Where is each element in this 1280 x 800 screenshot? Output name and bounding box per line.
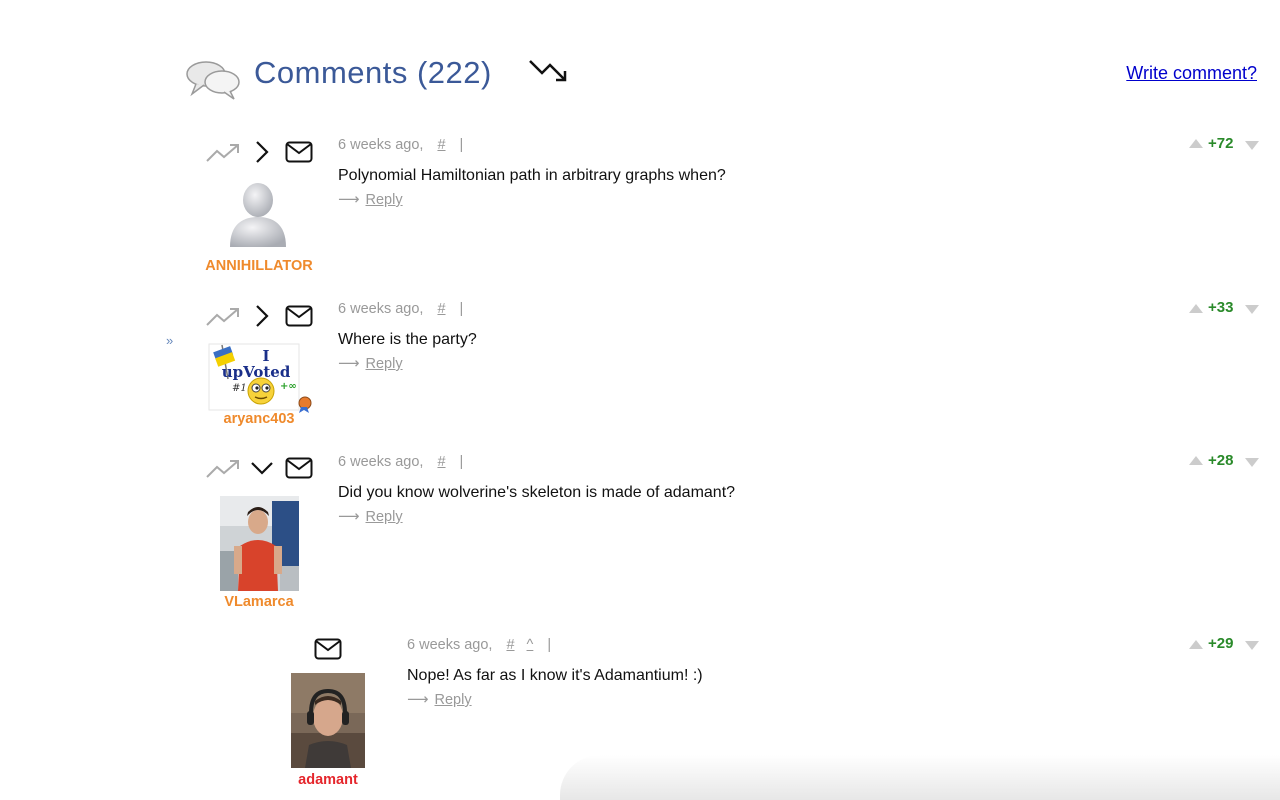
reply-link[interactable]: Reply (366, 192, 403, 208)
separator: | (459, 454, 464, 470)
comment-text: Nope! As far as I know it's Adamantium! … (407, 667, 703, 684)
separator: | (459, 137, 464, 153)
write-comment-link[interactable]: Write comment? (1126, 63, 1257, 84)
separator: | (459, 301, 464, 317)
page-title: Comments (222) (254, 55, 492, 90)
comment-text: Polynomial Hamiltonian path in arbitrary… (338, 167, 726, 184)
comment-text: Did you know wolverine's skeleton is mad… (338, 484, 736, 501)
sort-down-icon[interactable] (528, 57, 572, 87)
reply-row: ⟶ Reply (338, 190, 403, 208)
reply-arrow-icon: ⟶ (338, 355, 360, 372)
comments-icon (186, 61, 240, 100)
trend-icon[interactable] (205, 141, 241, 165)
badge-left: #1 (232, 383, 247, 394)
timestamp: 6 weeks ago, (407, 637, 493, 653)
separator: | (547, 637, 552, 653)
bottom-shadow (560, 755, 1280, 800)
reply-link[interactable]: Reply (366, 356, 403, 372)
permalink[interactable]: # (437, 301, 445, 317)
permalink[interactable]: # (437, 454, 445, 470)
vote-count: +28 (1208, 452, 1234, 469)
avatar[interactable] (226, 181, 290, 251)
comment-meta: 6 weeks ago, # | (338, 137, 463, 153)
chevron-right-icon[interactable] (253, 139, 271, 165)
username[interactable]: adamant (269, 772, 387, 788)
trend-icon[interactable] (205, 305, 241, 329)
upvoted-badge: I upVoted #1 +∞ (208, 343, 312, 413)
reply-arrow-icon: ⟶ (338, 508, 360, 525)
username[interactable]: VLamarca (200, 594, 318, 610)
vote-up-icon[interactable] (1189, 304, 1203, 313)
reply-link[interactable]: Reply (435, 692, 472, 708)
timestamp: 6 weeks ago, (338, 137, 424, 153)
vote-down-icon[interactable] (1245, 141, 1259, 150)
comment-meta: 6 weeks ago, # | (338, 301, 463, 317)
chevron-down-icon[interactable] (249, 459, 275, 477)
chevron-right-icon[interactable] (253, 303, 271, 329)
mail-icon[interactable] (285, 141, 313, 163)
permalink[interactable]: # (437, 137, 445, 153)
vote-down-icon[interactable] (1245, 458, 1259, 467)
comment-meta: 6 weeks ago, # | (338, 454, 463, 470)
mail-icon[interactable] (314, 638, 342, 660)
vote-count: +33 (1208, 299, 1234, 316)
timestamp: 6 weeks ago, (338, 301, 424, 317)
avatar[interactable] (291, 673, 365, 768)
reply-row: ⟶ Reply (407, 690, 472, 708)
parent-link[interactable]: ^ (527, 637, 534, 653)
reply-link[interactable]: Reply (366, 509, 403, 525)
comment-meta: 6 weeks ago, # ^ | (407, 637, 551, 653)
reply-row: ⟶ Reply (338, 507, 403, 525)
comment-text: Where is the party? (338, 331, 477, 348)
vote-down-icon[interactable] (1245, 641, 1259, 650)
vote-up-icon[interactable] (1189, 640, 1203, 649)
permalink[interactable]: # (506, 637, 514, 653)
vote-count: +29 (1208, 635, 1234, 652)
reply-arrow-icon: ⟶ (407, 691, 429, 708)
vote-up-icon[interactable] (1189, 139, 1203, 148)
username[interactable]: ANNIHILLATOR (200, 258, 318, 274)
vote-up-icon[interactable] (1189, 456, 1203, 465)
badge-line2: upVoted (222, 363, 291, 381)
username[interactable]: aryanc403 (200, 411, 318, 427)
timestamp: 6 weeks ago, (338, 454, 424, 470)
reply-row: ⟶ Reply (338, 354, 403, 372)
nesting-marker[interactable]: » (166, 333, 173, 348)
avatar[interactable]: I upVoted #1 +∞ (208, 343, 318, 413)
mail-icon[interactable] (285, 457, 313, 479)
vote-down-icon[interactable] (1245, 305, 1259, 314)
badge-right: +∞ (280, 381, 297, 392)
avatar[interactable] (220, 496, 299, 591)
vote-count: +72 (1208, 135, 1234, 152)
reply-arrow-icon: ⟶ (338, 191, 360, 208)
mail-icon[interactable] (285, 305, 313, 327)
trend-icon[interactable] (205, 457, 241, 481)
